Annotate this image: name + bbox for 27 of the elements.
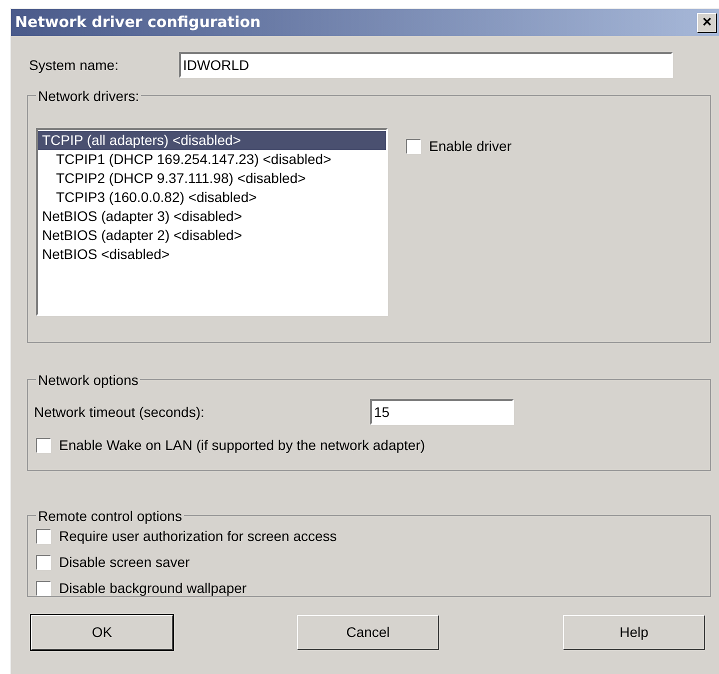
dialog-button[interactable]: OK (31, 615, 173, 650)
dialog-button[interactable]: Help (563, 615, 705, 650)
list-item[interactable]: NetBIOS (adapter 3) <disabled> (38, 207, 386, 226)
list-item[interactable]: NetBIOS (adapter 2) <disabled> (38, 226, 386, 245)
list-item[interactable]: TCPIP1 (DHCP 169.254.147.23) <disabled> (38, 150, 386, 169)
checkbox[interactable] (406, 139, 421, 154)
driver-list[interactable] (36, 128, 388, 316)
checkbox[interactable] (36, 581, 51, 596)
close-button[interactable]: × (697, 12, 717, 32)
checkbox-label[interactable]: Require user authorization for screen access (59, 526, 337, 547)
list-item[interactable]: TCPIP2 (DHCP 9.37.111.98) <disabled> (38, 169, 386, 188)
checkbox-label[interactable]: Disable screen saver (59, 552, 190, 573)
system-name-field[interactable]: IDWORLD (179, 52, 673, 78)
list-item[interactable]: TCPIP3 (160.0.0.82) <disabled> (38, 188, 386, 207)
checkbox[interactable] (36, 529, 51, 544)
checkbox-label[interactable]: Enable Wake on LAN (if supported by the network adapter) (59, 435, 426, 456)
dialog-button[interactable]: Cancel (297, 615, 439, 650)
checkbox-label[interactable]: Disable background wallpaper (59, 578, 247, 599)
window-title: Network driver configuration (15, 12, 261, 34)
checkbox[interactable] (36, 438, 51, 453)
field-label: Network timeout (seconds): (34, 402, 206, 422)
checkbox-label[interactable]: Enable driver (429, 136, 512, 157)
checkbox[interactable] (36, 555, 51, 570)
list-item[interactable]: TCPIP (all adapters) <disabled> (38, 131, 386, 150)
timeout-field[interactable]: 15 (370, 399, 514, 425)
list-item[interactable]: NetBIOS <disabled> (38, 245, 386, 264)
field-label: System name: (29, 56, 120, 75)
